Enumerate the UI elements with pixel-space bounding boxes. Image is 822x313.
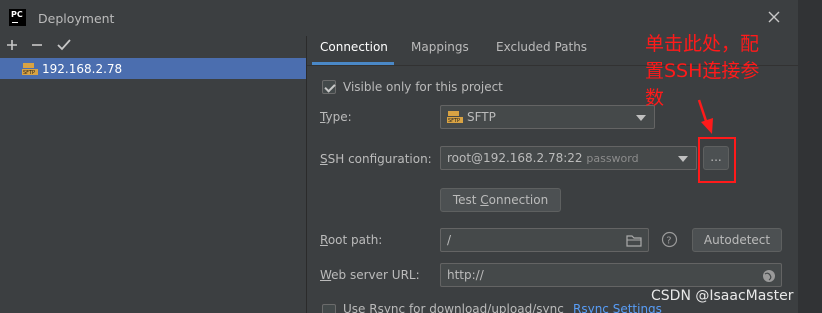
visible-only-label: Visible only for this project (343, 80, 503, 94)
server-list-item[interactable]: SFTP 192.168.2.78 (0, 58, 306, 79)
sftp-icon: SFTP (22, 63, 38, 76)
web-server-url-field[interactable]: http:// (440, 263, 782, 287)
use-rsync-label: Use Rsync for download/upload/sync (343, 302, 564, 313)
root-path-label: Root path: (320, 233, 383, 247)
panel-divider[interactable] (306, 36, 307, 313)
tab-mappings[interactable]: Mappings (411, 40, 469, 64)
annotation-highlight-box (698, 137, 736, 183)
tab-excluded-paths[interactable]: Excluded Paths (496, 40, 587, 64)
ssh-configuration-value: root@192.168.2.78:22 password (447, 151, 639, 165)
remove-server-button[interactable] (28, 36, 46, 54)
help-icon[interactable]: ? (661, 231, 678, 248)
ssh-configuration-dropdown[interactable]: root@192.168.2.78:22 password (440, 146, 697, 170)
pycharm-app-icon: PC (9, 9, 26, 26)
svg-text:?: ? (666, 236, 671, 247)
server-name: 192.168.2.78 (42, 62, 123, 76)
test-connection-button[interactable]: Test Connection (440, 188, 561, 212)
ssh-configuration-label: SSH configuration: (320, 152, 432, 166)
web-server-url-label: Web server URL: (320, 268, 420, 282)
autodetect-button[interactable]: Autodetect (692, 228, 782, 252)
type-value: SFTP (467, 110, 496, 124)
use-rsync-checkbox[interactable] (322, 304, 336, 313)
sftp-icon: SFTP (447, 111, 463, 124)
rsync-settings-link[interactable]: Rsync Settings (573, 302, 662, 313)
type-dropdown[interactable]: SFTP SFTP (440, 105, 655, 129)
add-server-button[interactable] (3, 36, 21, 54)
server-list-toolbar (0, 36, 306, 56)
background-strip (798, 0, 822, 313)
root-path-value: / (447, 233, 452, 247)
web-server-url-value: http:// (447, 268, 484, 282)
type-label: Type: (320, 110, 352, 124)
chevron-down-icon (678, 156, 688, 162)
close-icon[interactable] (765, 8, 783, 26)
use-as-default-button[interactable] (55, 36, 73, 54)
visible-only-checkbox[interactable] (322, 80, 336, 94)
watermark: CSDN @IsaacMaster (651, 288, 794, 304)
svg-text:SFTP: SFTP (23, 70, 35, 76)
check-icon (57, 39, 71, 51)
server-list: SFTP 192.168.2.78 (0, 57, 306, 313)
tab-connection[interactable]: Connection (320, 40, 388, 64)
folder-icon[interactable] (626, 234, 642, 247)
chevron-down-icon (636, 115, 646, 121)
minus-icon (32, 44, 42, 46)
svg-text:SFTP: SFTP (448, 118, 460, 124)
window-title: Deployment (38, 11, 115, 26)
plus-icon (7, 40, 17, 50)
globe-icon[interactable] (762, 269, 776, 283)
annotation-arrow-icon (697, 99, 713, 134)
root-path-field[interactable]: / (440, 228, 649, 252)
